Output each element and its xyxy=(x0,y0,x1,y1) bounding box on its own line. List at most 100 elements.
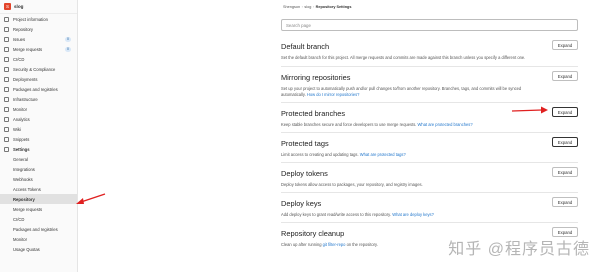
sidebar-item-label: Settings xyxy=(13,146,30,152)
sidebar-item-settings[interactable]: Settings xyxy=(0,144,77,154)
cloud-icon xyxy=(4,96,9,102)
help-link[interactable]: What are deploy keys? xyxy=(392,212,434,217)
package-icon xyxy=(4,86,9,92)
sidebar-item-security[interactable]: Security & Compliance xyxy=(0,64,77,74)
sidebar-item-analytics[interactable]: Analytics xyxy=(0,114,77,124)
snippet-icon xyxy=(4,136,9,142)
sidebar-item-label: Infrastructure xyxy=(13,96,38,102)
sidebar-item-label: Analytics xyxy=(13,116,30,122)
section-description: Limit access to creating and updating ta… xyxy=(281,152,406,157)
gear-icon xyxy=(4,146,9,152)
sidebar-item-monitor[interactable]: Monitor xyxy=(0,104,77,114)
info-icon xyxy=(4,16,9,22)
breadcrumb-current: Repository Settings xyxy=(315,5,352,9)
sidebar-item-label: Snippets xyxy=(13,136,30,142)
issues-icon xyxy=(4,36,9,42)
sidebar-item-label: Packages and registries xyxy=(13,86,58,92)
sidebar-subitem-monitor[interactable]: Monitor xyxy=(0,234,77,244)
sidebar-subitem-label: Repository xyxy=(13,196,35,202)
sidebar-subitem-ci-cd[interactable]: CI/CD xyxy=(0,214,77,224)
merge-request-icon xyxy=(4,46,9,52)
sidebar-subitem-access-tokens[interactable]: Access Tokens xyxy=(0,184,77,194)
section-title: Default branch xyxy=(281,42,330,51)
section-description: Deploy tokens allow access to packages, … xyxy=(281,182,423,187)
breadcrumb-project[interactable]: slog xyxy=(304,5,311,9)
section-deploy-keys: Deploy keys Add deploy keys to grant rea… xyxy=(281,192,578,218)
sidebar-subitem-packages[interactable]: Packages and registries xyxy=(0,224,77,234)
sidebar-item-label: Wiki xyxy=(13,126,21,132)
sidebar-subitem-webhooks[interactable]: Webhooks xyxy=(0,174,77,184)
chevron-right-icon: › xyxy=(301,5,303,9)
sidebar-subitem-usage-quotas[interactable]: Usage Quotas xyxy=(0,244,77,254)
section-description: Set the default branch for this project.… xyxy=(281,55,526,60)
sidebar-item-ci-cd[interactable]: CI/CD xyxy=(0,54,77,64)
help-link[interactable]: What are protected tags? xyxy=(360,152,406,157)
expand-button[interactable]: Expand xyxy=(552,137,578,147)
sidebar-item-label: Deployments xyxy=(13,76,38,82)
sidebar-subitem-integrations[interactable]: Integrations xyxy=(0,164,77,174)
sidebar-item-merge-requests[interactable]: Merge requests 0 xyxy=(0,44,77,54)
section-description: Add deploy keys to grant read/write acce… xyxy=(281,212,434,217)
section-protected-tags: Protected tags Limit access to creating … xyxy=(281,132,578,158)
search-input[interactable]: Search page xyxy=(281,19,578,31)
section-title: Deploy keys xyxy=(281,199,322,208)
sidebar-item-label: Issues xyxy=(13,36,26,42)
sidebar-item-wiki[interactable]: Wiki xyxy=(0,124,77,134)
help-link[interactable]: git filter-repo xyxy=(323,242,346,247)
sidebar-item-label: Security & Compliance xyxy=(13,66,56,72)
book-icon xyxy=(4,126,9,132)
deployments-icon xyxy=(4,76,9,82)
sidebar-subitem-general[interactable]: General xyxy=(0,154,77,164)
section-title: Deploy tokens xyxy=(281,169,328,178)
sidebar-subitem-label: Monitor xyxy=(13,236,27,242)
sidebar-subitem-repository[interactable]: Repository xyxy=(0,194,77,204)
sidebar-item-snippets[interactable]: Snippets xyxy=(0,134,77,144)
main-content: Shengson › slog › Repository Settings Search… xyxy=(78,0,600,272)
count-badge: 0 xyxy=(65,46,71,52)
book-icon xyxy=(4,26,9,32)
section-title: Protected tags xyxy=(281,139,329,148)
sidebar-item-label: Project information xyxy=(13,16,48,22)
chart-icon xyxy=(4,116,9,122)
section-default-branch: Default branch Set the default branch fo… xyxy=(281,36,578,61)
sidebar: S slog Project information Repository Is… xyxy=(0,0,78,272)
expand-button[interactable]: Expand xyxy=(552,167,578,177)
sidebar-item-infrastructure[interactable]: Infrastructure xyxy=(0,94,77,104)
section-mirroring: Mirroring repositories Set up your proje… xyxy=(281,66,578,97)
sidebar-item-packages[interactable]: Packages and registries xyxy=(0,84,77,94)
sidebar-item-repository[interactable]: Repository xyxy=(0,24,77,34)
count-badge: 0 xyxy=(65,36,71,42)
sidebar-subitem-label: General xyxy=(13,156,28,162)
breadcrumb-user[interactable]: Shengson xyxy=(283,5,300,9)
expand-button[interactable]: Expand xyxy=(552,71,578,81)
watermark: 知乎 @程序员古德 xyxy=(448,241,590,258)
section-description: Set up your project to automatically pus… xyxy=(281,86,522,97)
sidebar-nav: Project information Repository Issues 0 M… xyxy=(0,14,77,254)
rocket-icon xyxy=(4,56,9,62)
sidebar-item-label: CI/CD xyxy=(13,56,25,62)
sidebar-item-label: Repository xyxy=(13,26,34,32)
sidebar-item-project-information[interactable]: Project information xyxy=(0,14,77,24)
shield-icon xyxy=(4,66,9,72)
sidebar-subitem-label: Webhooks xyxy=(13,176,33,182)
section-protected-branches: Protected branches Keep stable branches … xyxy=(281,102,578,128)
sidebar-subitem-label: Usage Quotas xyxy=(13,246,40,252)
expand-button[interactable]: Expand xyxy=(552,40,578,50)
project-header[interactable]: S slog xyxy=(0,0,77,14)
sidebar-item-issues[interactable]: Issues 0 xyxy=(0,34,77,44)
sidebar-subitem-merge-requests[interactable]: Merge requests xyxy=(0,204,77,214)
sidebar-item-label: Monitor xyxy=(13,106,27,112)
section-description: Keep stable branches secure and force de… xyxy=(281,122,473,127)
help-link[interactable]: How do I mirror repositories? xyxy=(307,92,360,97)
sidebar-subitem-label: Packages and registries xyxy=(13,226,58,232)
sidebar-item-deployments[interactable]: Deployments xyxy=(0,74,77,84)
sidebar-subitem-label: Integrations xyxy=(13,166,35,172)
section-title: Protected branches xyxy=(281,109,346,118)
help-link[interactable]: What are protected branches? xyxy=(418,122,473,127)
expand-button[interactable]: Expand xyxy=(552,197,578,207)
sidebar-subitem-label: CI/CD xyxy=(13,216,25,222)
section-deploy-tokens: Deploy tokens Deploy tokens allow access… xyxy=(281,162,578,188)
sidebar-item-label: Merge requests xyxy=(13,46,43,52)
expand-button[interactable]: Expand xyxy=(552,107,578,117)
sidebar-subitem-label: Access Tokens xyxy=(13,186,41,192)
